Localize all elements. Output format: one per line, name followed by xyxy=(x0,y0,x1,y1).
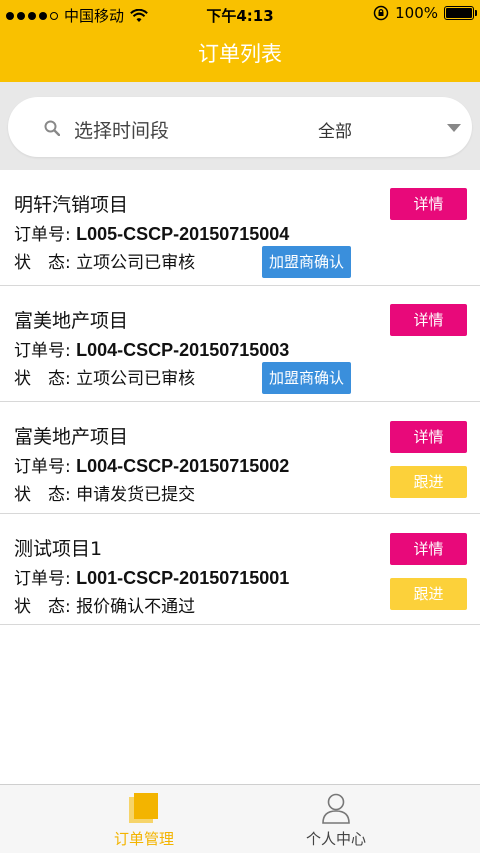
order-status-line: 状 态: 立项公司已审核 xyxy=(14,364,195,389)
chevron-down-icon xyxy=(447,124,461,132)
order-project-name: 明轩汽销项目 xyxy=(14,194,129,216)
order-number-line: 订单号: L004-CSCP-20150715003 xyxy=(14,336,289,361)
battery-icon xyxy=(444,6,477,20)
detail-button[interactable]: 详情 xyxy=(390,533,467,565)
battery-percent: 100% xyxy=(395,4,438,22)
tab-personal-center[interactable]: 个人中心 xyxy=(216,785,456,853)
order-project-name: 测试项目1 xyxy=(14,538,103,560)
order-number: L004-CSCP-20150715003 xyxy=(76,340,290,360)
order-project-name: 富美地产项目 xyxy=(14,310,129,332)
person-icon xyxy=(322,793,350,824)
order-item: 富美地产项目 订单号: L004-CSCP-20150715003 状 态: 立… xyxy=(0,286,480,402)
page-title: 订单列表 xyxy=(198,42,282,66)
order-status: 申请发货已提交 xyxy=(76,485,196,505)
order-number-label: 订单号: xyxy=(14,225,71,245)
order-project-name: 富美地产项目 xyxy=(14,426,129,448)
order-number-label: 订单号: xyxy=(14,569,71,589)
order-status: 立项公司已审核 xyxy=(76,253,196,273)
order-item: 明轩汽销项目 订单号: L005-CSCP-20150715004 状 态: 立… xyxy=(0,170,480,286)
order-number: L005-CSCP-20150715004 xyxy=(76,224,290,244)
order-item: 富美地产项目 订单号: L004-CSCP-20150715002 状 态: 申… xyxy=(0,402,480,514)
orders-icon xyxy=(129,793,158,823)
time-range-placeholder: 选择时间段 xyxy=(74,120,170,142)
tab-bar: 订单管理 个人中心 xyxy=(0,784,480,853)
time-range-select[interactable]: 选择时间段 全部 xyxy=(8,97,472,157)
order-item: 测试项目1 订单号: L001-CSCP-20150715001 状 态: 报价… xyxy=(0,514,480,625)
rotation-lock-icon xyxy=(373,5,389,21)
order-number: L004-CSCP-20150715002 xyxy=(76,456,290,476)
follow-up-button[interactable]: 跟进 xyxy=(390,466,467,498)
order-status-line: 状 态: 立项公司已审核 xyxy=(14,248,195,273)
status-bar-right: 100% xyxy=(373,4,477,22)
order-number: L001-CSCP-20150715001 xyxy=(76,568,290,588)
order-number-line: 订单号: L005-CSCP-20150715004 xyxy=(14,220,289,245)
detail-button[interactable]: 详情 xyxy=(390,304,467,336)
tab-label: 个人中心 xyxy=(305,830,366,848)
order-number-line: 订单号: L004-CSCP-20150715002 xyxy=(14,452,289,477)
detail-button[interactable]: 详情 xyxy=(390,421,467,453)
follow-up-button[interactable]: 跟进 xyxy=(390,578,467,610)
order-number-line: 订单号: L001-CSCP-20150715001 xyxy=(14,564,289,589)
top-bar: 中国移动 下午4:13 100% 订单列表 xyxy=(0,0,480,82)
franchise-confirm-button[interactable]: 加盟商确认 xyxy=(262,246,351,278)
order-status-label: 状 态: xyxy=(14,369,71,389)
order-number-label: 订单号: xyxy=(14,457,71,477)
order-status-line: 状 态: 报价确认不通过 xyxy=(14,592,195,617)
order-status-line: 状 态: 申请发货已提交 xyxy=(14,480,195,505)
filter-area: 选择时间段 全部 xyxy=(0,82,480,170)
time-range-value: 全部 xyxy=(318,122,352,142)
order-status-label: 状 态: xyxy=(14,597,71,617)
order-number-label: 订单号: xyxy=(14,341,71,361)
status-bar: 中国移动 下午4:13 100% xyxy=(0,0,480,28)
order-status-label: 状 态: xyxy=(14,253,71,273)
order-status-label: 状 态: xyxy=(14,485,71,505)
franchise-confirm-button[interactable]: 加盟商确认 xyxy=(262,362,351,394)
detail-button[interactable]: 详情 xyxy=(390,188,467,220)
search-icon xyxy=(44,120,60,136)
order-status: 报价确认不通过 xyxy=(76,597,196,617)
order-status: 立项公司已审核 xyxy=(76,369,196,389)
